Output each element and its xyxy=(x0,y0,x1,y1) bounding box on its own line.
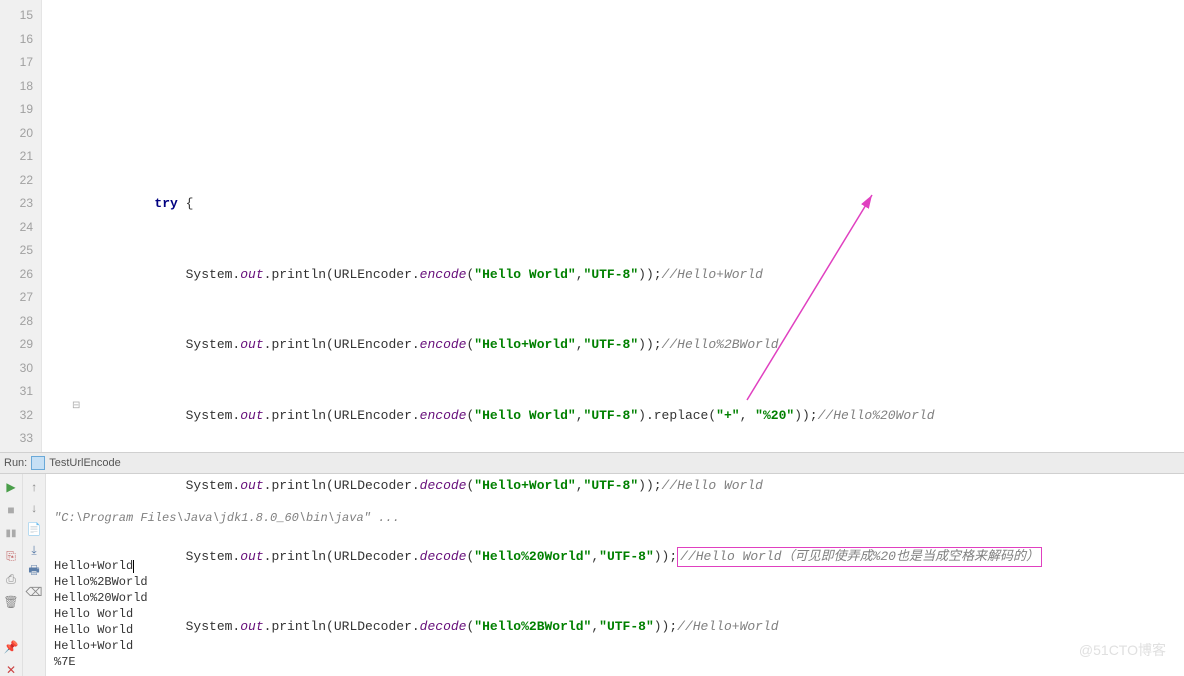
console-line: _ xyxy=(54,670,1176,676)
console-line: Hello World xyxy=(54,622,1176,638)
run-toolbar-primary: ▶ ■ ▮▮ ⎘ ⎙ 🗑 📌 ✕ xyxy=(0,474,23,676)
rerun-button[interactable]: ▶ xyxy=(4,480,19,495)
line-number: 23 xyxy=(0,192,33,216)
run-config-icon xyxy=(31,456,45,470)
close-button[interactable]: ✕ xyxy=(4,663,19,676)
code-line-19: System.out.println(URLEncoder.encode("He… xyxy=(92,333,1184,357)
run-toolbar-secondary: ↑ ↓ 📄 ⤓ 🖶 ⌫ xyxy=(23,474,46,676)
pause-button[interactable]: ▮▮ xyxy=(4,526,19,541)
scroll-end-button[interactable]: ⤓ xyxy=(27,543,42,558)
console-line: Hello World xyxy=(54,606,1176,622)
run-label: Run: xyxy=(4,457,27,469)
trash-button[interactable]: 🗑 xyxy=(4,595,19,610)
down-button[interactable]: ↓ xyxy=(27,501,42,516)
run-panel: ▶ ■ ▮▮ ⎘ ⎙ 🗑 📌 ✕ ↑ ↓ 📄 ⤓ 🖶 ⌫ "C:\Program… xyxy=(0,474,1184,676)
console-line: %7E xyxy=(54,654,1176,670)
console-line: Hello%20World xyxy=(54,590,1176,606)
line-number: 29 xyxy=(0,333,33,357)
pin-button[interactable]: 📌 xyxy=(4,640,19,655)
soft-wrap-button[interactable]: 📄 xyxy=(27,522,42,537)
line-number: 17 xyxy=(0,51,33,75)
line-number: 25 xyxy=(0,239,33,263)
console-line: Hello+World xyxy=(54,558,1176,574)
line-number: 28 xyxy=(0,310,33,334)
line-number: 18 xyxy=(0,75,33,99)
stop-button[interactable]: ■ xyxy=(4,503,19,518)
line-number: 15 xyxy=(0,4,33,28)
exit-button[interactable]: ⎘ xyxy=(4,549,19,564)
line-number: 16 xyxy=(0,28,33,52)
line-number: 32 xyxy=(0,404,33,428)
line-number: 31 xyxy=(0,380,33,404)
line-number: 33 xyxy=(0,427,33,451)
dump-button[interactable]: ⎙ xyxy=(4,572,19,587)
line-number: 22 xyxy=(0,169,33,193)
collapse-icon[interactable]: ⊟ xyxy=(72,400,80,412)
code-editor[interactable]: 15161718192021222324252627282930313233 ⊟… xyxy=(0,0,1184,453)
clear-button[interactable]: ⌫ xyxy=(27,585,42,600)
up-button[interactable]: ↑ xyxy=(27,480,42,495)
code-line-17: try { xyxy=(92,192,1184,216)
line-number: 26 xyxy=(0,263,33,287)
line-number: 24 xyxy=(0,216,33,240)
print-button[interactable]: 🖶 xyxy=(27,564,42,579)
console-line: Hello+World xyxy=(54,638,1176,654)
gutter-markers: ⊟ xyxy=(42,0,92,452)
console-output[interactable]: "C:\Program Files\Java\jdk1.8.0_60\bin\j… xyxy=(46,474,1184,676)
line-gutter: 15161718192021222324252627282930313233 xyxy=(0,0,42,452)
code-line-18: System.out.println(URLEncoder.encode("He… xyxy=(92,263,1184,287)
line-number: 30 xyxy=(0,357,33,381)
code-line-20: System.out.println(URLEncoder.encode("He… xyxy=(92,404,1184,428)
line-number: 21 xyxy=(0,145,33,169)
console-line: Hello%2BWorld xyxy=(54,574,1176,590)
line-number: 27 xyxy=(0,286,33,310)
line-number: 20 xyxy=(0,122,33,146)
watermark: @51CTO博客 xyxy=(1079,642,1166,658)
line-number: 19 xyxy=(0,98,33,122)
code-area[interactable]: try { System.out.println(URLEncoder.enco… xyxy=(92,0,1184,452)
console-command: "C:\Program Files\Java\jdk1.8.0_60\bin\j… xyxy=(54,510,1176,526)
